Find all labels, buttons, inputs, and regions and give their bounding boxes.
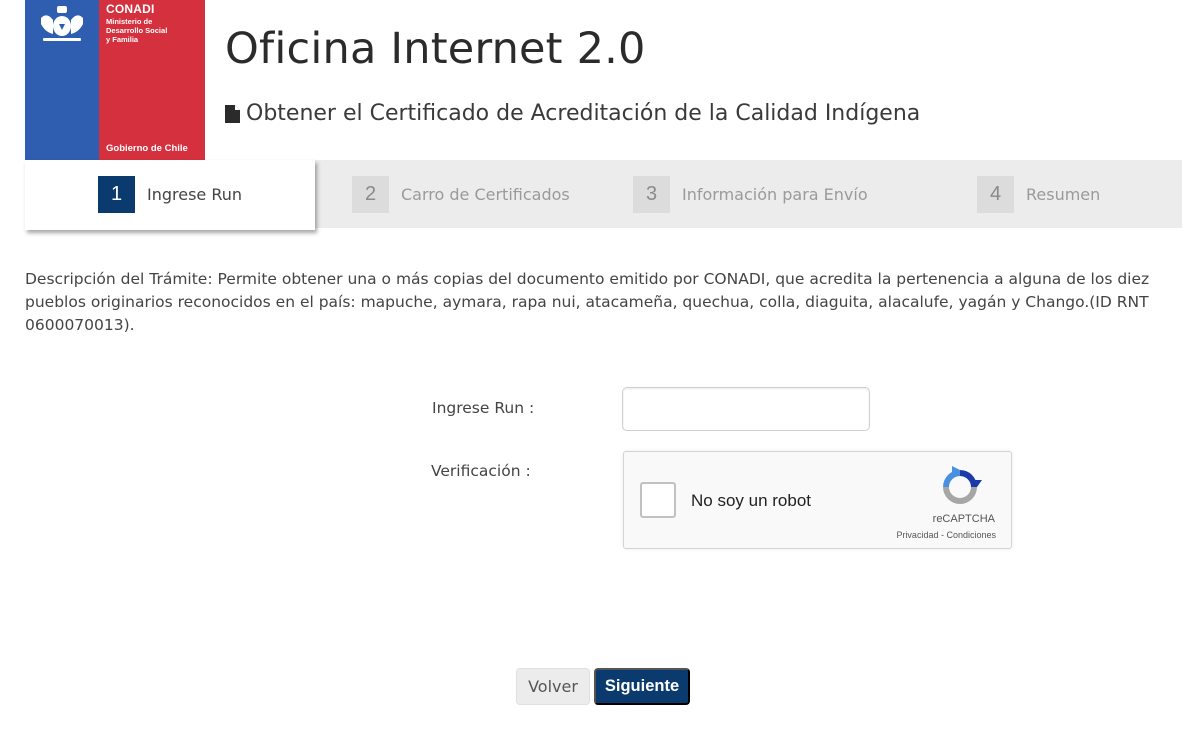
page-subtitle: Obtener el Certificado de Acreditación d… (225, 101, 920, 126)
step-number: 2 (352, 175, 389, 213)
recaptcha-brand: reCAPTCHA (932, 513, 995, 525)
step-number: 3 (633, 175, 670, 213)
run-input[interactable] (622, 387, 870, 431)
step-label: Carro de Certificados (401, 184, 570, 204)
step-informacion-para-envio[interactable]: 3 Información para Envío (633, 175, 868, 213)
step-label: Resumen (1026, 184, 1101, 204)
wizard-stepper: 1 Ingrese Run 2 Carro de Certificados 3 … (25, 160, 1182, 230)
logo-government: Gobierno de Chile (106, 143, 188, 154)
verification-label: Verificación : (431, 462, 531, 480)
logo-red-panel: CONADI Ministerio de Desarrollo Social y… (99, 0, 205, 160)
step-label: Información para Envío (682, 184, 868, 204)
recaptcha-checkbox[interactable] (640, 482, 676, 518)
coat-of-arms-icon (41, 6, 83, 41)
procedure-description: Descripción del Trámite: Permite obtener… (25, 270, 1150, 334)
step-resumen[interactable]: 4 Resumen (977, 175, 1100, 213)
conadi-logo: CONADI Ministerio de Desarrollo Social y… (25, 0, 205, 160)
recaptcha-label: No soy un robot (691, 491, 812, 510)
back-button[interactable]: Volver (516, 668, 590, 705)
subtitle-text: Obtener el Certificado de Acreditación d… (246, 101, 921, 126)
recaptcha-links[interactable]: Privacidad - Condiciones (896, 530, 996, 540)
recaptcha-icon (943, 466, 982, 504)
logo-org-name: CONADI (106, 2, 155, 16)
step-number: 1 (98, 175, 135, 213)
step-label: Ingrese Run (147, 184, 243, 204)
document-icon (225, 104, 240, 123)
logo-blue-panel (25, 0, 99, 160)
next-button[interactable]: Siguiente (594, 668, 690, 705)
page-title: Oficina Internet 2.0 (225, 24, 646, 74)
recaptcha-widget: No soy un robot reCAPTCHA Privacidad - C… (623, 451, 1012, 549)
step-carro-de-certificados[interactable]: 2 Carro de Certificados (352, 175, 570, 213)
step-number: 4 (977, 175, 1014, 213)
step-ingrese-run[interactable]: 1 Ingrese Run (98, 175, 242, 213)
logo-ministry-name: Ministerio de Desarrollo Social y Famili… (106, 17, 168, 44)
run-label: Ingrese Run : (432, 399, 535, 417)
